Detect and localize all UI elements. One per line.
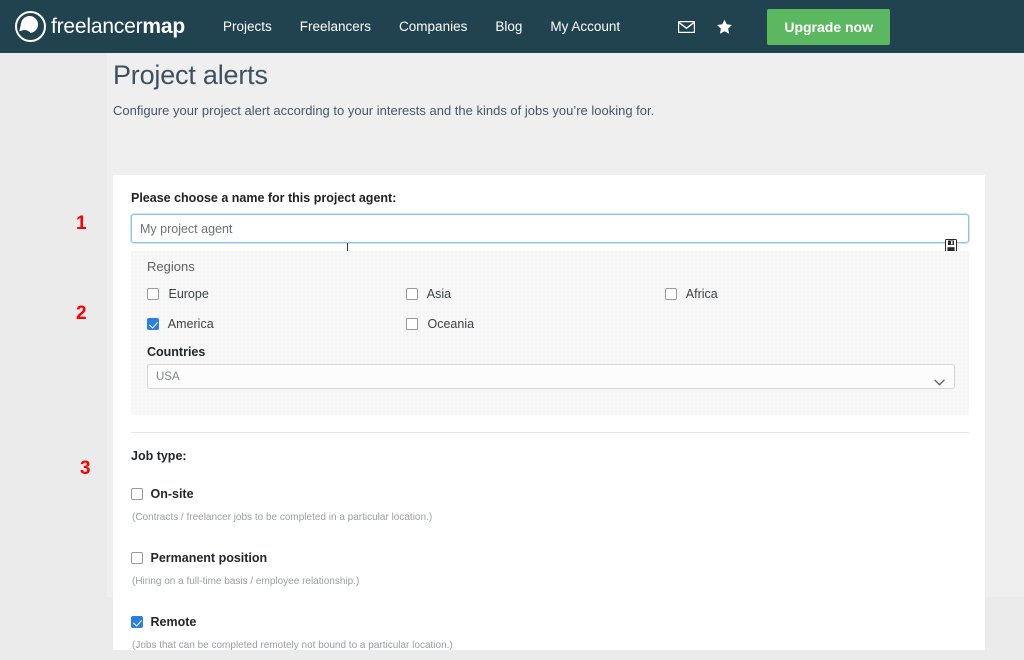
nav-item-blog[interactable]: Blog [481,0,536,53]
region-checkbox-oceania-input[interactable] [406,318,418,330]
annotation-number-1: 1 [76,213,87,234]
countries-select[interactable]: USA [147,364,955,389]
job-type-description-permanent-position: (Hiring on a full-time basis / employee … [132,576,360,587]
region-checkbox-america[interactable]: America [147,317,214,331]
region-checkbox-asia-input[interactable] [406,288,418,300]
region-label-africa: Africa [685,287,718,301]
region-label-oceania: Oceania [427,317,475,331]
region-checkbox-oceania[interactable]: Oceania [406,317,474,331]
agent-name-row [130,213,970,257]
nav-item-companies[interactable]: Companies [385,0,481,53]
job-type-label-on-site: On-site [150,487,194,501]
page-subtitle: Configure your project alert according t… [113,103,655,118]
job-type-checkbox-on-site[interactable]: On-site [131,487,194,501]
messages-button[interactable] [667,0,705,53]
agent-name-label: Please choose a name for this project ag… [131,191,397,205]
countries-label: Countries [147,345,206,359]
project-alert-form-card: Please choose a name for this project ag… [113,175,985,651]
upgrade-now-button[interactable]: Upgrade now [767,8,890,45]
brand-name-bold: map [142,14,185,38]
page-title: Project alerts [113,60,268,90]
job-type-label-remote: Remote [150,615,197,629]
region-label-asia: Asia [426,287,452,301]
page-body: Project alerts Configure your project al… [0,53,1024,651]
annotation-number-3: 3 [80,458,91,479]
star-icon [716,19,733,35]
job-type-title: Job type: [131,449,187,463]
job-type-description-remote: (Jobs that can be completed remotely not… [132,640,453,651]
freelancermap-circle-logo-icon [15,11,46,42]
job-type-checkbox-permanent-position[interactable]: Permanent position [131,551,267,565]
region-label-america: America [167,317,214,331]
region-checkbox-africa[interactable]: Africa [665,287,718,301]
favorites-button[interactable] [705,0,743,53]
nav-item-freelancers[interactable]: Freelancers [286,0,385,53]
agent-name-input[interactable] [130,213,970,244]
section-divider [131,432,969,433]
job-type-section: Job type: On-site (Contracts / freelance… [131,449,951,660]
job-type-checkbox-remote[interactable]: Remote [131,615,196,629]
brand-logo[interactable]: freelancermap [15,0,185,53]
regions-panel: Regions Europe America Asia Oceania Afri… [131,251,969,415]
top-bar-actions: Upgrade now [667,0,1024,53]
job-type-checkbox-permanent-position-input[interactable] [131,552,143,564]
job-type-checkbox-remote-input[interactable] [131,616,143,628]
region-checkbox-europe[interactable]: Europe [147,287,209,301]
job-type-item-permanent-position: Permanent position (Hiring on a full-tim… [131,549,951,587]
regions-title: Regions [147,259,195,274]
job-type-item-on-site: On-site (Contracts / freelancer jobs to … [131,485,951,523]
nav-item-my-account[interactable]: My Account [536,0,634,53]
annotation-number-2: 2 [76,303,87,324]
top-navigation-bar: freelancermap Projects Freelancers Compa… [0,0,1024,53]
region-checkbox-africa-input[interactable] [665,288,677,300]
job-type-item-remote: Remote (Jobs that can be completed remot… [131,613,951,651]
region-label-europe: Europe [168,287,209,301]
job-type-checkbox-on-site-input[interactable] [131,488,143,500]
brand-wordmark: freelancermap [51,15,185,39]
job-type-description-on-site: (Contracts / freelancer jobs to be compl… [132,512,433,523]
region-checkbox-america-input[interactable] [147,318,159,330]
job-type-label-permanent-position: Permanent position [150,551,268,565]
main-nav: Projects Freelancers Companies Blog My A… [209,0,634,53]
nav-item-projects[interactable]: Projects [209,0,286,53]
region-checkbox-europe-input[interactable] [147,288,159,300]
region-checkbox-asia[interactable]: Asia [406,287,451,301]
envelope-icon [677,20,695,33]
card-inner: Please choose a name for this project ag… [113,175,985,257]
brand-name-light: freelancer [51,14,143,38]
